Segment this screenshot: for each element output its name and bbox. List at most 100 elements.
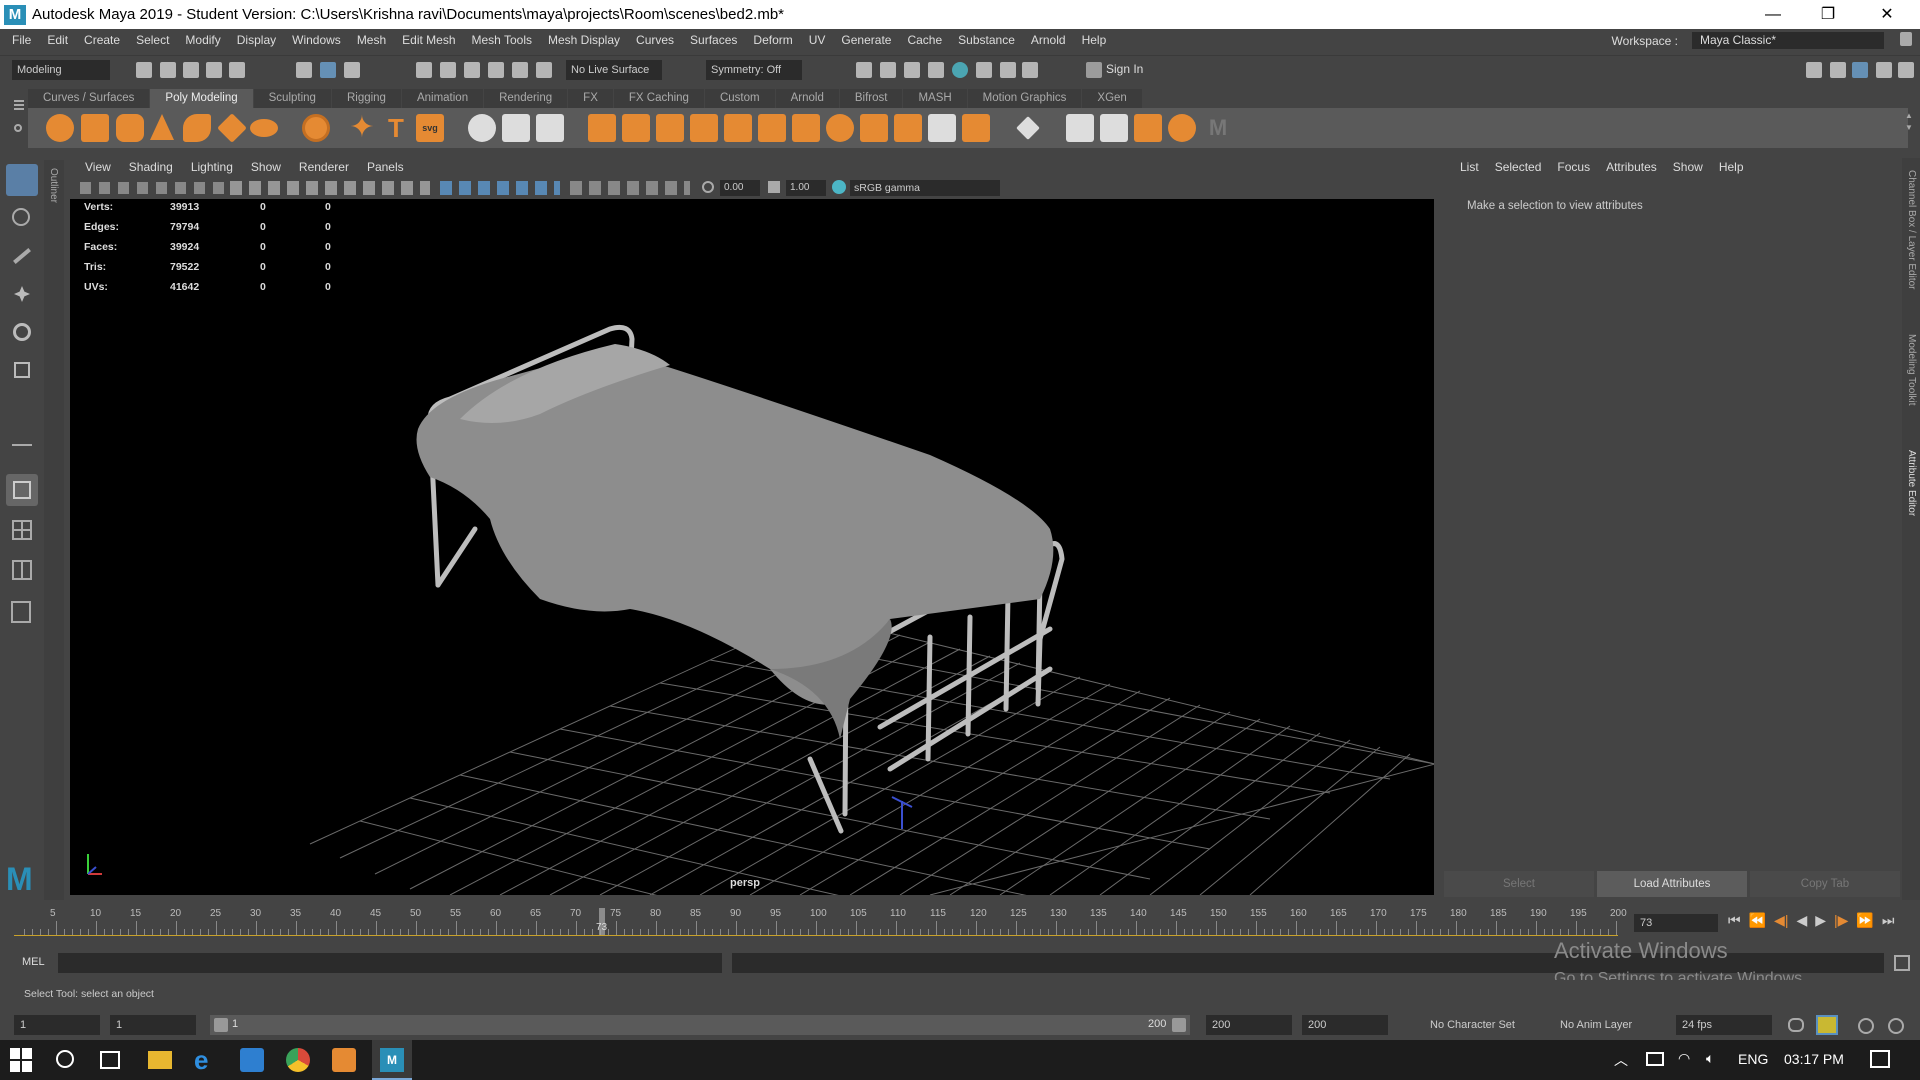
close-icon[interactable]: ✕ bbox=[1864, 0, 1910, 29]
menu-surfaces[interactable]: Surfaces bbox=[682, 33, 745, 47]
range-slider-right-handle[interactable] bbox=[1172, 1018, 1186, 1032]
auto-key-icon[interactable] bbox=[1816, 1015, 1838, 1035]
snap-surface-icon[interactable] bbox=[512, 62, 528, 78]
paint-select-icon[interactable] bbox=[6, 240, 38, 272]
center-pivot-icon[interactable] bbox=[502, 114, 530, 142]
pause-icon[interactable] bbox=[1022, 62, 1038, 78]
menu-substance[interactable]: Substance bbox=[950, 33, 1023, 47]
shading-modes-icon[interactable] bbox=[440, 181, 560, 195]
file-explorer-icon[interactable] bbox=[148, 1051, 172, 1069]
color-management-icon[interactable] bbox=[832, 180, 846, 194]
shelf-tab-fx[interactable]: FX bbox=[568, 89, 613, 108]
go-to-start-icon[interactable]: ⏮ bbox=[1728, 912, 1741, 929]
bridge-icon[interactable] bbox=[792, 114, 820, 142]
menu-help[interactable]: Help bbox=[1074, 33, 1115, 47]
separate-icon[interactable] bbox=[622, 114, 650, 142]
attr-menu-focus[interactable]: Focus bbox=[1549, 160, 1598, 174]
blender-icon[interactable] bbox=[332, 1048, 356, 1072]
step-back-frame-icon[interactable]: ◀| bbox=[1774, 912, 1788, 929]
shelf-scroll-arrows-icon[interactable]: ▲ ▼ bbox=[1904, 110, 1914, 146]
open-scene-icon[interactable] bbox=[160, 62, 176, 78]
outliner-label[interactable]: Outliner bbox=[48, 168, 59, 203]
poly-sphere-icon[interactable] bbox=[46, 114, 74, 142]
playback-end-field[interactable]: 200 bbox=[1206, 1015, 1292, 1035]
settings-gear-icon[interactable] bbox=[1888, 1018, 1904, 1034]
super-shape-icon[interactable]: ✦ bbox=[348, 113, 376, 143]
select-tool-icon[interactable] bbox=[6, 164, 38, 196]
menu-display[interactable]: Display bbox=[229, 33, 284, 47]
exposure-field[interactable]: 0.00 bbox=[720, 180, 760, 196]
current-frame-field[interactable]: 73 bbox=[1634, 914, 1718, 932]
target-weld-icon[interactable] bbox=[962, 114, 990, 142]
isolate-tools-icon[interactable] bbox=[570, 181, 690, 195]
fill-hole-icon[interactable] bbox=[894, 114, 922, 142]
animation-start-field[interactable]: 1 bbox=[14, 1015, 100, 1035]
select-component-icon[interactable] bbox=[344, 62, 360, 78]
attr-menu-list[interactable]: List bbox=[1452, 160, 1487, 174]
3d-viewport[interactable]: Verts: 39913 0 0 Edges: 79794 0 0 Faces: 39924 0… bbox=[70, 199, 1434, 895]
attr-select-button[interactable]: Select bbox=[1444, 871, 1594, 897]
maya-m-icon[interactable]: M bbox=[1204, 114, 1232, 142]
battery-icon[interactable] bbox=[1646, 1052, 1664, 1066]
outliner-strip[interactable]: Outliner bbox=[44, 160, 64, 900]
step-forward-frame-icon[interactable]: |▶ bbox=[1834, 912, 1848, 929]
attribute-editor-toggle-icon[interactable] bbox=[1830, 62, 1846, 78]
playback-start-field[interactable]: 1 bbox=[110, 1015, 196, 1035]
fps-dropdown[interactable]: 24 fps bbox=[1676, 1015, 1772, 1035]
poly-cone-icon[interactable] bbox=[150, 114, 174, 140]
go-to-end-icon[interactable]: ⏭ bbox=[1882, 912, 1895, 929]
four-view-layout-icon[interactable] bbox=[6, 514, 38, 546]
mirror-icon[interactable] bbox=[724, 114, 752, 142]
attr-menu-show[interactable]: Show bbox=[1665, 160, 1711, 174]
menu-edit-mesh[interactable]: Edit Mesh bbox=[394, 33, 463, 47]
menu-windows[interactable]: Windows bbox=[284, 33, 349, 47]
modeling-toolkit-tab[interactable]: Modeling Toolkit bbox=[1906, 334, 1917, 406]
menu-generate[interactable]: Generate bbox=[833, 33, 899, 47]
render-view-icon[interactable] bbox=[856, 62, 872, 78]
attr-menu-attributes[interactable]: Attributes bbox=[1598, 160, 1665, 174]
viewport-menu-show[interactable]: Show bbox=[242, 160, 290, 178]
step-back-key-icon[interactable]: ⏪ bbox=[1749, 912, 1766, 929]
single-perspective-layout-icon[interactable] bbox=[6, 474, 38, 506]
bevel-icon[interactable] bbox=[826, 114, 854, 142]
command-language-label[interactable]: MEL bbox=[22, 956, 45, 968]
multi-cut-icon[interactable] bbox=[468, 114, 496, 142]
range-slider[interactable]: 1 200 bbox=[210, 1015, 1190, 1035]
edge-browser-icon[interactable]: e bbox=[194, 1047, 218, 1073]
live-surface-field[interactable]: No Live Surface bbox=[566, 60, 662, 80]
menu-edit[interactable]: Edit bbox=[39, 33, 76, 47]
menu-select[interactable]: Select bbox=[128, 33, 177, 47]
two-view-layout-icon[interactable] bbox=[6, 554, 38, 586]
insert-edge-loop-icon[interactable] bbox=[928, 114, 956, 142]
camera-tools-icon[interactable] bbox=[80, 182, 230, 194]
tool-settings-icon[interactable] bbox=[1876, 62, 1892, 78]
menu-create[interactable]: Create bbox=[76, 33, 128, 47]
tray-expand-icon[interactable]: ︿ bbox=[1614, 1050, 1628, 1070]
viewport-menu-lighting[interactable]: Lighting bbox=[182, 160, 242, 178]
maya-taskbar-button[interactable]: M bbox=[372, 1040, 412, 1080]
save-scene-icon[interactable] bbox=[183, 62, 199, 78]
menu-curves[interactable]: Curves bbox=[628, 33, 682, 47]
poly-torus-icon[interactable] bbox=[183, 114, 211, 142]
restore-icon[interactable]: ❐ bbox=[1805, 0, 1851, 29]
cylindrical-mapping-icon[interactable] bbox=[1168, 114, 1196, 142]
menu-file[interactable]: File bbox=[4, 33, 39, 47]
scale-tool-icon[interactable] bbox=[6, 354, 38, 386]
menu-set-dropdown[interactable]: Modeling bbox=[12, 60, 110, 80]
vscode-icon[interactable] bbox=[240, 1048, 264, 1072]
arnold-render-icon[interactable] bbox=[976, 62, 992, 78]
minimize-icon[interactable]: — bbox=[1750, 0, 1796, 29]
poly-cylinder-icon[interactable] bbox=[116, 114, 144, 142]
append-polygon-icon[interactable] bbox=[860, 114, 888, 142]
new-scene-icon[interactable] bbox=[136, 62, 152, 78]
symmetry-dropdown[interactable]: Symmetry: Off bbox=[706, 60, 802, 80]
viewport-menu-shading[interactable]: Shading bbox=[120, 160, 182, 178]
language-indicator[interactable]: ENG bbox=[1738, 1051, 1768, 1067]
viewport-menu-renderer[interactable]: Renderer bbox=[290, 160, 358, 178]
color-space-dropdown[interactable]: sRGB gamma bbox=[850, 180, 1000, 196]
snap-vertex-icon[interactable] bbox=[536, 62, 552, 78]
gamma-field[interactable]: 1.00 bbox=[786, 180, 826, 196]
channel-box-tab[interactable]: Channel Box / Layer Editor bbox=[1906, 170, 1917, 290]
menu-arnold[interactable]: Arnold bbox=[1023, 33, 1074, 47]
freeze-transform-icon[interactable] bbox=[536, 114, 564, 142]
